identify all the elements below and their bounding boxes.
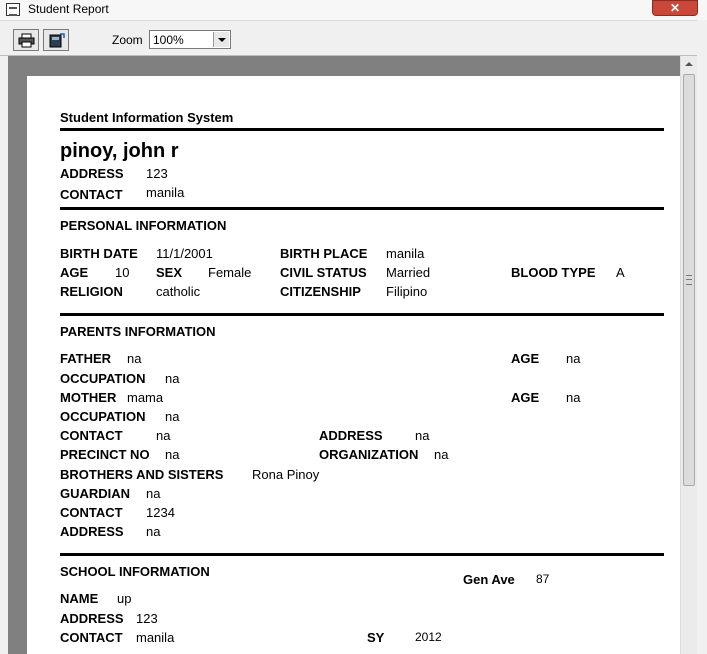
divider xyxy=(60,553,664,556)
precinct-value: na xyxy=(165,447,180,462)
mother-label: MOTHER xyxy=(60,390,117,405)
organization-value: na xyxy=(434,447,449,462)
siblings-label: BROTHERS AND SISTERS xyxy=(60,467,224,482)
birth-place-label: BIRTH PLACE xyxy=(280,246,368,261)
father-age-value: na xyxy=(566,351,581,366)
vertical-scrollbar[interactable] xyxy=(680,56,697,654)
zoom-label: Zoom xyxy=(112,33,143,47)
section-title-personal: PERSONAL INFORMATION xyxy=(60,218,227,233)
close-button[interactable]: ✕ xyxy=(652,0,698,16)
siblings-value: Rona Pinoy xyxy=(252,467,320,482)
report-header: Student Information System xyxy=(60,110,234,125)
religion-value: catholic xyxy=(156,284,201,299)
guardian-address-value: na xyxy=(146,524,161,539)
guardian-address-label: ADDRESS xyxy=(60,524,124,539)
citizenship-label: CITIZENSHIP xyxy=(280,284,361,299)
blood-type-value: A xyxy=(616,265,625,280)
app-icon xyxy=(6,3,20,16)
father-age-label: AGE xyxy=(511,351,540,366)
sy-label: SY xyxy=(367,630,385,645)
birth-date-label: BIRTH DATE xyxy=(60,246,138,261)
school-contact-label: CONTACT xyxy=(60,630,123,645)
parents-address-value: na xyxy=(415,428,430,443)
precinct-label: PRECINCT NO xyxy=(60,447,150,462)
scroll-up-icon[interactable] xyxy=(681,56,697,73)
parents-contact-value: na xyxy=(156,428,171,443)
mother-age-label: AGE xyxy=(511,390,540,405)
guardian-contact-value: 1234 xyxy=(146,505,175,520)
school-contact-value: manila xyxy=(136,630,175,645)
blood-type-label: BLOOD TYPE xyxy=(511,265,596,280)
school-address-label: ADDRESS xyxy=(60,611,124,626)
parents-contact-label: CONTACT xyxy=(60,428,123,443)
father-label: FATHER xyxy=(60,351,112,366)
birth-place-value: manila xyxy=(386,246,425,261)
mother-occupation-label: OCCUPATION xyxy=(60,409,146,424)
window-right-edge xyxy=(697,20,707,654)
father-occupation-label: OCCUPATION xyxy=(60,371,146,386)
school-name-label: NAME xyxy=(60,591,99,606)
school-name-value: up xyxy=(117,591,132,606)
organization-label: ORGANIZATION xyxy=(319,447,419,462)
religion-label: RELIGION xyxy=(60,284,123,299)
mother-value: mama xyxy=(127,390,164,405)
divider xyxy=(60,128,664,131)
print-button[interactable] xyxy=(13,29,39,51)
civil-status-label: CIVIL STATUS xyxy=(280,265,367,280)
citizenship-value: Filipino xyxy=(386,284,428,299)
zoom-value: 100% xyxy=(153,33,184,47)
civil-status-value: Married xyxy=(386,265,431,280)
gen-ave-label: Gen Ave xyxy=(463,572,515,587)
section-title-parents: PARENTS INFORMATION xyxy=(60,324,216,339)
gen-ave-value: 87 xyxy=(536,572,550,586)
toolbar: Zoom 100% xyxy=(0,21,707,56)
father-value: na xyxy=(127,351,142,366)
guardian-label: GUARDIAN xyxy=(60,486,131,501)
divider xyxy=(60,313,664,316)
window-left-edge xyxy=(0,56,8,654)
sy-value: 2012 xyxy=(415,630,442,644)
report-viewer: Student Information System pinoy, john r… xyxy=(8,56,680,654)
age-label: AGE xyxy=(60,265,89,280)
address-label: ADDRESS xyxy=(60,166,124,181)
chevron-down-icon[interactable] xyxy=(213,32,229,47)
student-name: pinoy, john r xyxy=(60,140,179,162)
zoom-select[interactable]: 100% xyxy=(149,30,231,49)
school-address-value: 123 xyxy=(136,611,158,626)
contact-value: manila xyxy=(146,185,185,200)
section-title-school: SCHOOL INFORMATION xyxy=(60,564,210,579)
export-button[interactable] xyxy=(43,29,69,51)
age-value: 10 xyxy=(115,265,130,280)
window-title: Student Report xyxy=(28,2,109,16)
scroll-thumb[interactable] xyxy=(683,74,695,486)
address-value: 123 xyxy=(146,166,168,181)
contact-label: CONTACT xyxy=(60,187,123,202)
father-occupation-value: na xyxy=(165,371,180,386)
grip-icon xyxy=(686,275,692,285)
parents-address-label: ADDRESS xyxy=(319,428,383,443)
divider xyxy=(60,207,664,210)
sex-label: SEX xyxy=(156,265,183,280)
sex-value: Female xyxy=(208,265,252,280)
title-bar: Student Report ✕ xyxy=(0,0,707,21)
mother-age-value: na xyxy=(566,390,581,405)
report-page: Student Information System pinoy, john r… xyxy=(27,76,680,654)
guardian-value: na xyxy=(146,486,161,501)
birth-date-value: 11/1/2001 xyxy=(156,246,213,261)
guardian-contact-label: CONTACT xyxy=(60,505,123,520)
mother-occupation-value: na xyxy=(165,409,180,424)
